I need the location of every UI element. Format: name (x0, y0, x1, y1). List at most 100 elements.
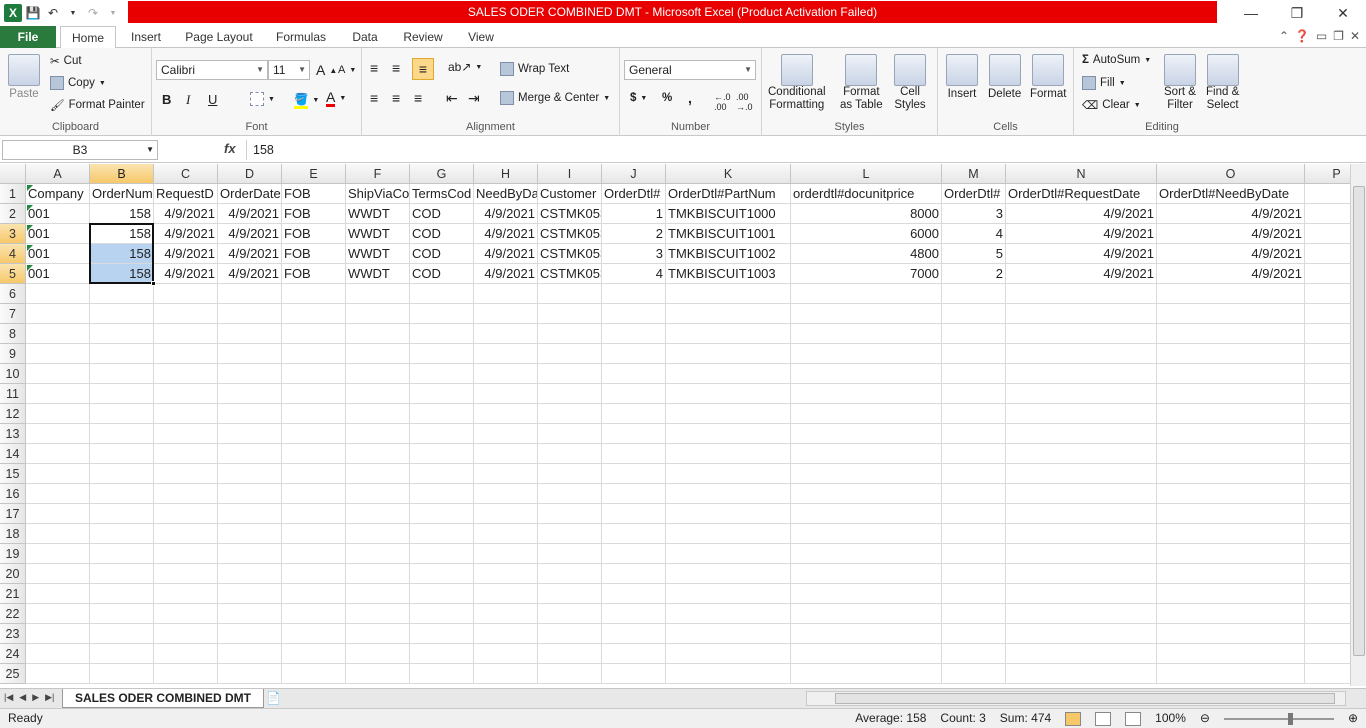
cell-n18[interactable] (1006, 524, 1157, 544)
cell-n6[interactable] (1006, 284, 1157, 304)
cell-l11[interactable] (791, 384, 942, 404)
vertical-scroll-thumb[interactable] (1353, 186, 1365, 656)
delete-cells-button[interactable]: Delete (988, 54, 1021, 100)
sheet-tab[interactable]: SALES ODER COMBINED DMT (62, 689, 265, 708)
cell-a9[interactable] (26, 344, 90, 364)
cell-o24[interactable] (1157, 644, 1305, 664)
column-header-i[interactable]: I (538, 164, 602, 184)
cell-o25[interactable] (1157, 664, 1305, 684)
cell-o6[interactable] (1157, 284, 1305, 304)
cell-a21[interactable] (26, 584, 90, 604)
cell-b3[interactable]: 158 (90, 224, 154, 244)
cell-n4[interactable]: 4/9/2021 (1006, 244, 1157, 264)
cell-d2[interactable]: 4/9/2021 (218, 204, 282, 224)
cell-i2[interactable]: CSTMK053 (538, 204, 602, 224)
cell-p2[interactable] (1305, 204, 1350, 224)
workbook-close-icon[interactable]: ✕ (1350, 29, 1360, 43)
column-header-k[interactable]: K (666, 164, 791, 184)
cell-d25[interactable] (218, 664, 282, 684)
cell-j4[interactable]: 3 (602, 244, 666, 264)
cell-h16[interactable] (474, 484, 538, 504)
cell-e15[interactable] (282, 464, 346, 484)
cell-o16[interactable] (1157, 484, 1305, 504)
number-format-select[interactable]: General ▼ (624, 60, 756, 80)
column-header-l[interactable]: L (791, 164, 942, 184)
cell-g18[interactable] (410, 524, 474, 544)
cell-k14[interactable] (666, 444, 791, 464)
cell-p4[interactable] (1305, 244, 1350, 264)
cell-c4[interactable]: 4/9/2021 (154, 244, 218, 264)
vertical-scrollbar[interactable] (1350, 164, 1366, 686)
cell-h19[interactable] (474, 544, 538, 564)
font-color-button[interactable]: A ▼ (326, 90, 346, 107)
cell-g20[interactable] (410, 564, 474, 584)
cell-h1[interactable]: NeedByDa (474, 184, 538, 204)
cell-k3[interactable]: TMKBISCUIT1001 (666, 224, 791, 244)
cell-i10[interactable] (538, 364, 602, 384)
cell-n12[interactable] (1006, 404, 1157, 424)
cell-c5[interactable]: 4/9/2021 (154, 264, 218, 284)
cell-d3[interactable]: 4/9/2021 (218, 224, 282, 244)
column-header-m[interactable]: M (942, 164, 1006, 184)
cell-styles-button[interactable]: Cell Styles (894, 54, 926, 112)
font-size-select[interactable]: 11 ▼ (268, 60, 310, 80)
cell-p24[interactable] (1305, 644, 1350, 664)
cell-c15[interactable] (154, 464, 218, 484)
cell-d24[interactable] (218, 644, 282, 664)
copy-button[interactable]: Copy ▼ (50, 76, 106, 90)
cell-f20[interactable] (346, 564, 410, 584)
cell-o15[interactable] (1157, 464, 1305, 484)
column-header-o[interactable]: O (1157, 164, 1305, 184)
cell-g7[interactable] (410, 304, 474, 324)
row-header-15[interactable]: 15 (0, 464, 26, 484)
cell-d18[interactable] (218, 524, 282, 544)
cell-h14[interactable] (474, 444, 538, 464)
cell-i7[interactable] (538, 304, 602, 324)
cell-a22[interactable] (26, 604, 90, 624)
clear-button[interactable]: ⌫ Clear ▼ (1082, 98, 1141, 112)
row-header-18[interactable]: 18 (0, 524, 26, 544)
cell-j24[interactable] (602, 644, 666, 664)
cell-l22[interactable] (791, 604, 942, 624)
cell-h11[interactable] (474, 384, 538, 404)
cell-e10[interactable] (282, 364, 346, 384)
cell-a7[interactable] (26, 304, 90, 324)
cell-j7[interactable] (602, 304, 666, 324)
sort-filter-button[interactable]: Sort & Filter (1164, 54, 1196, 112)
cell-b1[interactable]: OrderNum (90, 184, 154, 204)
align-middle-icon[interactable]: ≡ (392, 60, 400, 76)
cell-l20[interactable] (791, 564, 942, 584)
cell-g6[interactable] (410, 284, 474, 304)
cell-l9[interactable] (791, 344, 942, 364)
cell-o3[interactable]: 4/9/2021 (1157, 224, 1305, 244)
cell-j19[interactable] (602, 544, 666, 564)
cell-h4[interactable]: 4/9/2021 (474, 244, 538, 264)
cell-k19[interactable] (666, 544, 791, 564)
cell-d13[interactable] (218, 424, 282, 444)
cell-j14[interactable] (602, 444, 666, 464)
column-header-g[interactable]: G (410, 164, 474, 184)
cell-m16[interactable] (942, 484, 1006, 504)
column-header-a[interactable]: A (26, 164, 90, 184)
cell-o18[interactable] (1157, 524, 1305, 544)
worksheet-grid[interactable]: A B C D E F G H I J K L M N O P 1 Company OrderNum RequestD… (0, 164, 1350, 686)
cell-e22[interactable] (282, 604, 346, 624)
cell-e1[interactable]: FOB (282, 184, 346, 204)
cell-a16[interactable] (26, 484, 90, 504)
decrease-indent-icon[interactable]: ⇤ (446, 90, 458, 107)
cell-e5[interactable]: FOB (282, 264, 346, 284)
cell-d15[interactable] (218, 464, 282, 484)
cell-f3[interactable]: WWDT (346, 224, 410, 244)
cell-e14[interactable] (282, 444, 346, 464)
row-header-3[interactable]: 3 (0, 224, 26, 244)
cell-k8[interactable] (666, 324, 791, 344)
cell-l2[interactable]: 8000 (791, 204, 942, 224)
cell-l18[interactable] (791, 524, 942, 544)
cell-e21[interactable] (282, 584, 346, 604)
cell-j12[interactable] (602, 404, 666, 424)
row-header-13[interactable]: 13 (0, 424, 26, 444)
cell-j13[interactable] (602, 424, 666, 444)
comma-button[interactable]: , (688, 90, 692, 106)
cell-e12[interactable] (282, 404, 346, 424)
cell-d12[interactable] (218, 404, 282, 424)
